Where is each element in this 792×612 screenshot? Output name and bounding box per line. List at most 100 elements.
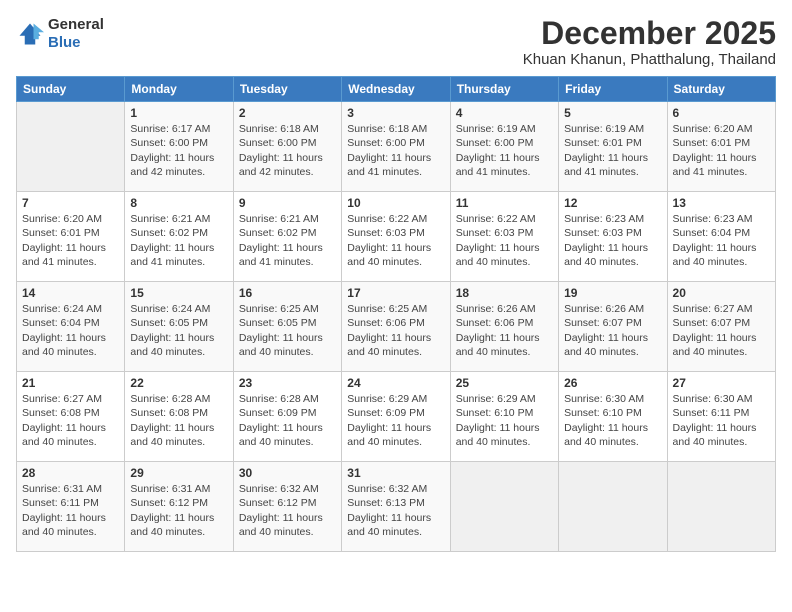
- day-info: Sunrise: 6:27 AMSunset: 6:07 PMDaylight:…: [673, 302, 770, 359]
- cell-w3-d7: 20Sunrise: 6:27 AMSunset: 6:07 PMDayligh…: [667, 282, 775, 372]
- cell-w3-d2: 15Sunrise: 6:24 AMSunset: 6:05 PMDayligh…: [125, 282, 233, 372]
- day-number: 6: [673, 106, 770, 120]
- day-info: Sunrise: 6:28 AMSunset: 6:09 PMDaylight:…: [239, 392, 336, 449]
- cell-w3-d3: 16 Sunrise: 6:25 AMSunset: 6:05 PMDayligh…: [233, 282, 341, 372]
- day-info: Sunrise: 6:32 AMSunset: 6:12 PMDaylight:…: [239, 482, 336, 539]
- title-area: December 2025 Khuan Khanun, Phatthalung,…: [523, 16, 776, 68]
- cell-w4-d6: 26 Sunrise: 6:30 AMSunset: 6:10 PMDayligh…: [559, 372, 667, 462]
- cell-w2-d7: 13 Sunrise: 6:23 AMSunset: 6:04 PMDayligh…: [667, 192, 775, 282]
- day-info: Sunrise: 6:30 AMSunset: 6:11 PMDaylight:…: [673, 392, 770, 449]
- day-info: Sunrise: 6:18 AMSunset: 6:00 PMDaylight:…: [347, 122, 444, 179]
- cell-w2-d6: 12 Sunrise: 6:23 AMSunset: 6:03 PMDayligh…: [559, 192, 667, 282]
- day-info: Sunrise: 6:21 AMSunset: 6:02 PMDaylight:…: [130, 212, 227, 269]
- logo-blue-text: Blue: [48, 34, 81, 51]
- day-info: Sunrise: 6:17 AMSunset: 6:00 PMDaylight:…: [130, 122, 227, 179]
- cell-w1-d7: 6 Sunrise: 6:20 AMSunset: 6:01 PMDaylight…: [667, 102, 775, 192]
- day-info: Sunrise: 6:29 AMSunset: 6:10 PMDaylight:…: [456, 392, 553, 449]
- day-info: Sunrise: 6:18 AMSunset: 6:00 PMDaylight:…: [239, 122, 336, 179]
- day-number: 12: [564, 196, 661, 210]
- week-row-4: 21 Sunrise: 6:27 AMSunset: 6:08 PMDayligh…: [17, 372, 776, 462]
- day-number: 10: [347, 196, 444, 210]
- cell-w5-d5: [450, 462, 558, 552]
- week-row-3: 14Sunrise: 6:24 AMSunset: 6:04 PMDayligh…: [17, 282, 776, 372]
- day-info: Sunrise: 6:25 AMSunset: 6:05 PMDaylight:…: [239, 302, 336, 359]
- day-number: 21: [22, 376, 119, 390]
- header-monday: Monday: [125, 77, 233, 102]
- cell-w5-d2: 29 Sunrise: 6:31 AMSunset: 6:12 PMDayligh…: [125, 462, 233, 552]
- calendar-table: SundayMondayTuesdayWednesdayThursdayFrid…: [16, 76, 776, 552]
- header-wednesday: Wednesday: [342, 77, 450, 102]
- day-number: 5: [564, 106, 661, 120]
- day-number: 15: [130, 286, 227, 300]
- day-info: Sunrise: 6:27 AMSunset: 6:08 PMDaylight:…: [22, 392, 119, 449]
- day-number: 2: [239, 106, 336, 120]
- day-number: 4: [456, 106, 553, 120]
- cell-w1-d6: 5 Sunrise: 6:19 AMSunset: 6:01 PMDaylight…: [559, 102, 667, 192]
- cell-w4-d4: 24Sunrise: 6:29 AMSunset: 6:09 PMDayligh…: [342, 372, 450, 462]
- day-number: 19: [564, 286, 661, 300]
- day-info: Sunrise: 6:23 AMSunset: 6:03 PMDaylight:…: [564, 212, 661, 269]
- cell-w5-d3: 30 Sunrise: 6:32 AMSunset: 6:12 PMDayligh…: [233, 462, 341, 552]
- week-row-2: 7Sunrise: 6:20 AMSunset: 6:01 PMDaylight…: [17, 192, 776, 282]
- header-saturday: Saturday: [667, 77, 775, 102]
- day-number: 26: [564, 376, 661, 390]
- day-number: 25: [456, 376, 553, 390]
- page-header: General Blue December 2025 Khuan Khanun,…: [16, 16, 776, 68]
- cell-w4-d1: 21 Sunrise: 6:27 AMSunset: 6:08 PMDayligh…: [17, 372, 125, 462]
- cell-w3-d1: 14Sunrise: 6:24 AMSunset: 6:04 PMDayligh…: [17, 282, 125, 372]
- header-friday: Friday: [559, 77, 667, 102]
- location-subtitle: Khuan Khanun, Phatthalung, Thailand: [523, 51, 776, 68]
- day-number: 3: [347, 106, 444, 120]
- cell-w1-d1: [17, 102, 125, 192]
- day-number: 22: [130, 376, 227, 390]
- day-number: 1: [130, 106, 227, 120]
- cell-w1-d3: 2 Sunrise: 6:18 AMSunset: 6:00 PMDaylight…: [233, 102, 341, 192]
- day-info: Sunrise: 6:31 AMSunset: 6:11 PMDaylight:…: [22, 482, 119, 539]
- cell-w3-d4: 17 Sunrise: 6:25 AMSunset: 6:06 PMDayligh…: [342, 282, 450, 372]
- day-info: Sunrise: 6:23 AMSunset: 6:04 PMDaylight:…: [673, 212, 770, 269]
- month-year-title: December 2025: [523, 16, 776, 51]
- day-info: Sunrise: 6:22 AMSunset: 6:03 PMDaylight:…: [456, 212, 553, 269]
- day-number: 18: [456, 286, 553, 300]
- weekday-header-row: SundayMondayTuesdayWednesdayThursdayFrid…: [17, 77, 776, 102]
- day-number: 16: [239, 286, 336, 300]
- day-number: 31: [347, 466, 444, 480]
- cell-w4-d7: 27 Sunrise: 6:30 AMSunset: 6:11 PMDayligh…: [667, 372, 775, 462]
- day-info: Sunrise: 6:28 AMSunset: 6:08 PMDaylight:…: [130, 392, 227, 449]
- day-info: Sunrise: 6:19 AMSunset: 6:00 PMDaylight:…: [456, 122, 553, 179]
- day-number: 13: [673, 196, 770, 210]
- header-sunday: Sunday: [17, 77, 125, 102]
- cell-w5-d1: 28 Sunrise: 6:31 AMSunset: 6:11 PMDayligh…: [17, 462, 125, 552]
- day-number: 29: [130, 466, 227, 480]
- cell-w2-d5: 11Sunrise: 6:22 AMSunset: 6:03 PMDayligh…: [450, 192, 558, 282]
- cell-w1-d5: 4 Sunrise: 6:19 AMSunset: 6:00 PMDaylight…: [450, 102, 558, 192]
- day-info: Sunrise: 6:25 AMSunset: 6:06 PMDaylight:…: [347, 302, 444, 359]
- cell-w4-d5: 25 Sunrise: 6:29 AMSunset: 6:10 PMDayligh…: [450, 372, 558, 462]
- day-info: Sunrise: 6:31 AMSunset: 6:12 PMDaylight:…: [130, 482, 227, 539]
- cell-w3-d6: 19Sunrise: 6:26 AMSunset: 6:07 PMDayligh…: [559, 282, 667, 372]
- logo-general-text: General: [48, 16, 104, 33]
- cell-w4-d2: 22 Sunrise: 6:28 AMSunset: 6:08 PMDayligh…: [125, 372, 233, 462]
- cell-w5-d7: [667, 462, 775, 552]
- day-number: 9: [239, 196, 336, 210]
- day-number: 30: [239, 466, 336, 480]
- day-number: 28: [22, 466, 119, 480]
- day-info: Sunrise: 6:26 AMSunset: 6:06 PMDaylight:…: [456, 302, 553, 359]
- day-number: 14: [22, 286, 119, 300]
- cell-w5-d6: [559, 462, 667, 552]
- day-number: 27: [673, 376, 770, 390]
- day-number: 17: [347, 286, 444, 300]
- logo: General Blue: [16, 16, 104, 52]
- cell-w3-d5: 18 Sunrise: 6:26 AMSunset: 6:06 PMDayligh…: [450, 282, 558, 372]
- cell-w2-d4: 10 Sunrise: 6:22 AMSunset: 6:03 PMDayligh…: [342, 192, 450, 282]
- day-info: Sunrise: 6:30 AMSunset: 6:10 PMDaylight:…: [564, 392, 661, 449]
- cell-w4-d3: 23Sunrise: 6:28 AMSunset: 6:09 PMDayligh…: [233, 372, 341, 462]
- cell-w2-d3: 9Sunrise: 6:21 AMSunset: 6:02 PMDaylight…: [233, 192, 341, 282]
- day-info: Sunrise: 6:19 AMSunset: 6:01 PMDaylight:…: [564, 122, 661, 179]
- cell-w1-d2: 1 Sunrise: 6:17 AMSunset: 6:00 PMDaylight…: [125, 102, 233, 192]
- header-thursday: Thursday: [450, 77, 558, 102]
- logo-text: General Blue: [48, 16, 104, 52]
- header-tuesday: Tuesday: [233, 77, 341, 102]
- day-info: Sunrise: 6:20 AMSunset: 6:01 PMDaylight:…: [673, 122, 770, 179]
- day-info: Sunrise: 6:22 AMSunset: 6:03 PMDaylight:…: [347, 212, 444, 269]
